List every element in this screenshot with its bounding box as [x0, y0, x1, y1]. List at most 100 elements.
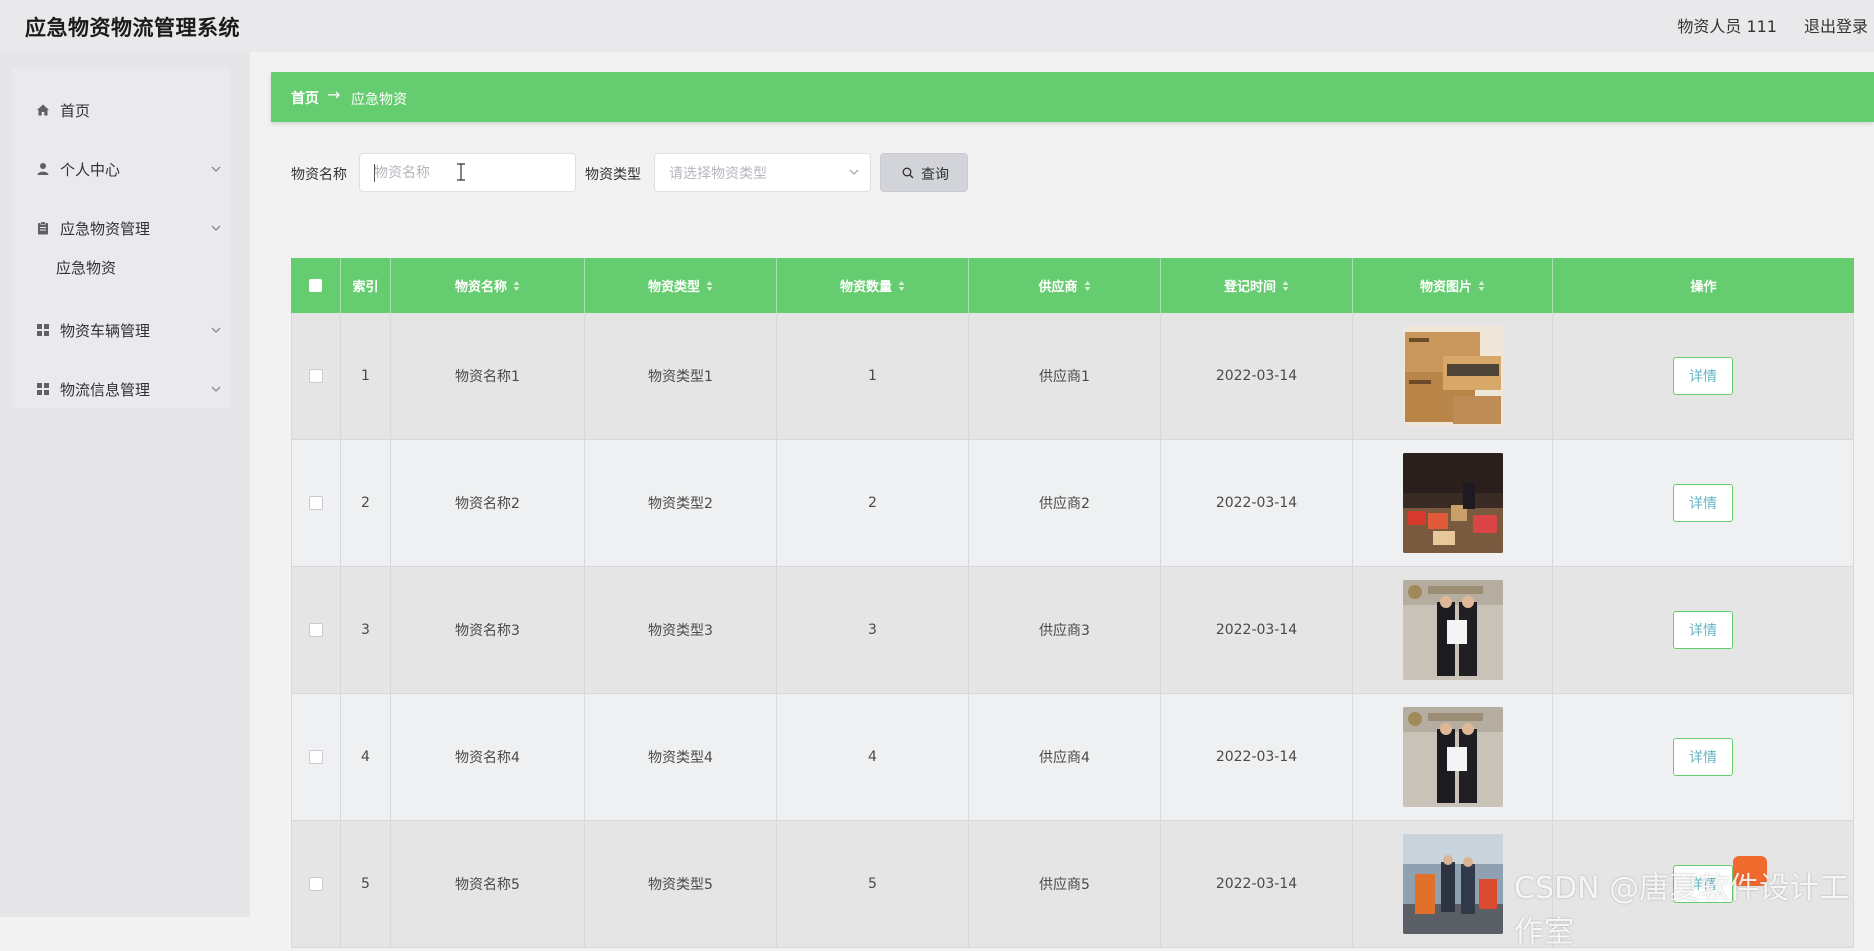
- cell-action: 详情: [1553, 440, 1854, 567]
- header-date-label: 登记时间: [1223, 280, 1276, 295]
- breadcrumb: 首页 → 应急物资: [271, 72, 1874, 122]
- supply-image-ceremony[interactable]: [1402, 707, 1503, 807]
- search-button[interactable]: 查询: [880, 153, 968, 192]
- sort-icon[interactable]: [1084, 280, 1091, 292]
- select-all-checkbox[interactable]: [309, 279, 322, 292]
- watermark: CSDN @唐夏软件设计工作室: [1514, 871, 1850, 950]
- app-title: 应急物资物流管理系统: [25, 16, 240, 40]
- cell-action: 详情: [1553, 313, 1854, 440]
- sort-icon[interactable]: [513, 280, 520, 292]
- chevron-down-icon: [210, 219, 222, 231]
- detail-button[interactable]: 详情: [1673, 357, 1733, 395]
- sidebar-subitem-emergency-supplies[interactable]: 应急物资: [56, 257, 116, 278]
- header-quantity-label: 物资数量: [839, 280, 892, 295]
- row-select-cell: [291, 694, 341, 821]
- sort-icon[interactable]: [898, 280, 905, 292]
- cell-date: 2022-03-14: [1161, 821, 1353, 948]
- cell-image: [1353, 567, 1553, 694]
- sort-icon[interactable]: [1282, 280, 1289, 292]
- cell-quantity: 1: [777, 313, 969, 440]
- logout-link[interactable]: 退出登录: [1804, 13, 1868, 37]
- type-select-placeholder: 请选择物资类型: [669, 166, 767, 182]
- cell-type: 物资类型3: [585, 567, 777, 694]
- cell-supplier: 供应商2: [969, 440, 1161, 567]
- header-quantity[interactable]: 物资数量: [777, 258, 969, 313]
- type-select[interactable]: 请选择物资类型: [654, 153, 871, 192]
- row-select-cell: [291, 821, 341, 948]
- header-date[interactable]: 登记时间: [1161, 258, 1353, 313]
- cell-quantity: 5: [777, 821, 969, 948]
- detail-button[interactable]: 详情: [1673, 611, 1733, 649]
- sidebar-item-profile[interactable]: 个人中心: [12, 147, 230, 191]
- header-index: 索引: [341, 258, 391, 313]
- header-action-label: 操作: [1690, 280, 1717, 295]
- ibeam-cursor-icon: [456, 163, 466, 181]
- cell-name: 物资名称2: [391, 440, 585, 567]
- sort-icon[interactable]: [706, 280, 713, 292]
- cell-type: 物资类型2: [585, 440, 777, 567]
- cell-supplier: 供应商4: [969, 694, 1161, 821]
- sidebar-item-label: 个人中心: [60, 161, 121, 179]
- header-type[interactable]: 物资类型: [585, 258, 777, 313]
- cell-image: [1353, 694, 1553, 821]
- sidebar-menu: 首页 个人中心 应急物资管理 应急物资 物资车辆管理 物流信息管理: [12, 68, 230, 408]
- grid-icon: [36, 323, 50, 337]
- row-select-cell: [291, 440, 341, 567]
- chevron-down-icon: [210, 321, 222, 333]
- sidebar-item-logistics-management[interactable]: 物流信息管理: [12, 367, 230, 411]
- type-filter-label: 物资类型: [585, 167, 641, 183]
- cell-quantity: 4: [777, 694, 969, 821]
- header-name[interactable]: 物资名称: [391, 258, 585, 313]
- cell-name: 物资名称1: [391, 313, 585, 440]
- cell-supplier: 供应商3: [969, 567, 1161, 694]
- search-button-label: 查询: [921, 167, 949, 183]
- top-bar: 应急物资物流管理系统 物资人员 111 退出登录: [0, 0, 1874, 52]
- name-filter: [359, 153, 576, 192]
- cell-index: 2: [341, 440, 391, 567]
- sidebar-item-label: 物资车辆管理: [60, 322, 151, 340]
- cell-name: 物资名称3: [391, 567, 585, 694]
- name-search-input[interactable]: [359, 153, 576, 192]
- sidebar-item-vehicle-management[interactable]: 物资车辆管理: [12, 308, 230, 352]
- sidebar-item-supplies-management[interactable]: 应急物资管理: [12, 206, 230, 250]
- supply-image-boxes[interactable]: [1402, 326, 1503, 426]
- text-cursor: [374, 164, 375, 182]
- breadcrumb-home[interactable]: 首页: [291, 88, 319, 108]
- supply-image-ceremony[interactable]: [1402, 580, 1503, 680]
- cell-type: 物资类型1: [585, 313, 777, 440]
- cell-date: 2022-03-14: [1161, 567, 1353, 694]
- cell-date: 2022-03-14: [1161, 440, 1353, 567]
- sort-icon[interactable]: [1478, 280, 1485, 292]
- cell-date: 2022-03-14: [1161, 694, 1353, 821]
- current-user: 物资人员 111: [1677, 17, 1777, 36]
- chevron-down-icon: [210, 380, 222, 392]
- header-supplier-label: 供应商: [1038, 280, 1078, 295]
- table-header: 索引 物资名称 物资类型 物资数量 供应商 登记时间 物资图片 操作: [291, 258, 1854, 313]
- row-checkbox[interactable]: [309, 369, 323, 383]
- cell-quantity: 2: [777, 440, 969, 567]
- cell-supplier: 供应商5: [969, 821, 1161, 948]
- cell-supplier: 供应商1: [969, 313, 1161, 440]
- cell-name: 物资名称4: [391, 694, 585, 821]
- sidebar-item-home[interactable]: 首页: [12, 88, 230, 132]
- supply-image-outdoor[interactable]: [1402, 834, 1503, 934]
- chevron-down-icon: [210, 160, 222, 172]
- row-checkbox[interactable]: [309, 877, 323, 891]
- cell-image: [1353, 440, 1553, 567]
- name-filter-label: 物资名称: [291, 167, 347, 183]
- supply-image-warehouse[interactable]: [1402, 453, 1503, 553]
- row-checkbox[interactable]: [309, 623, 323, 637]
- row-checkbox[interactable]: [309, 750, 323, 764]
- sidebar: 首页 个人中心 应急物资管理 应急物资 物资车辆管理 物流信息管理: [0, 52, 250, 917]
- row-checkbox[interactable]: [309, 496, 323, 510]
- cell-index: 3: [341, 567, 391, 694]
- detail-button[interactable]: 详情: [1673, 484, 1733, 522]
- sidebar-item-label: 物流信息管理: [60, 381, 151, 399]
- header-select-all: [291, 258, 341, 313]
- header-supplier[interactable]: 供应商: [969, 258, 1161, 313]
- grid-icon: [36, 382, 50, 396]
- chevron-down-icon: [848, 166, 860, 178]
- header-image[interactable]: 物资图片: [1353, 258, 1553, 313]
- cell-action: 详情: [1553, 694, 1854, 821]
- detail-button[interactable]: 详情: [1673, 738, 1733, 776]
